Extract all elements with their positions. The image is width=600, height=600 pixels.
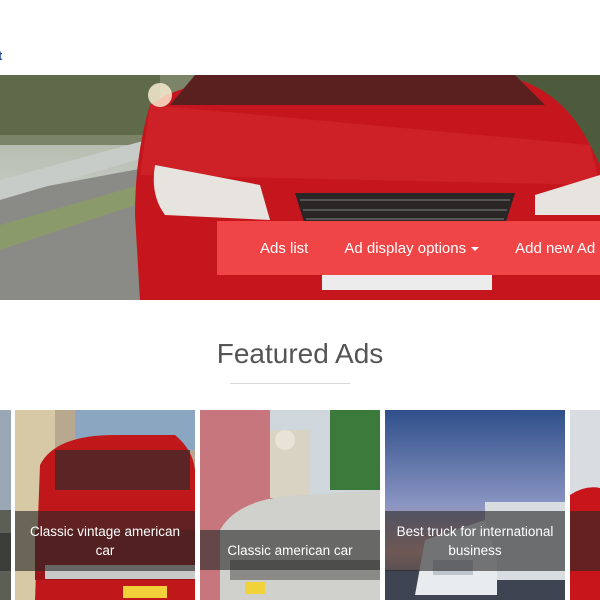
add-new-ad-link[interactable]: Add new Ad [497, 240, 600, 257]
featured-ads-title: Featured Ads [216, 338, 384, 369]
hero-banner: Ads list Ad display options Add new Ad [0, 75, 600, 300]
top-bar: t [0, 0, 600, 75]
ads-list-link[interactable]: Ads list [217, 240, 326, 257]
ad-navigation-bar: Ads list Ad display options Add new Ad [217, 221, 600, 275]
featured-ad-card[interactable] [570, 410, 600, 600]
ad-caption [570, 511, 600, 571]
ad-image [15, 410, 195, 600]
ad-image [385, 410, 565, 600]
ad-image [0, 410, 11, 600]
featured-ad-card[interactable]: Classic vintage american car [15, 410, 195, 600]
site-title-fragment[interactable]: t [0, 48, 2, 63]
ad-caption: Best truck for international business [385, 511, 565, 571]
ad-caption: Classic vintage american car [15, 511, 195, 571]
ad-image [570, 410, 600, 600]
featured-ad-card[interactable]: Classic american car [200, 410, 380, 600]
featured-ad-card[interactable]: Best truck for international business [385, 410, 565, 600]
caret-down-icon [471, 246, 480, 251]
ad-image [200, 410, 380, 600]
featured-ad-card[interactable] [0, 410, 11, 600]
title-underline [230, 383, 350, 384]
ad-caption: Classic american car [200, 530, 380, 570]
ad-display-options-label: Ad display options [344, 239, 467, 257]
ad-caption [0, 533, 11, 571]
ad-display-options-dropdown[interactable]: Ad display options [326, 240, 497, 257]
